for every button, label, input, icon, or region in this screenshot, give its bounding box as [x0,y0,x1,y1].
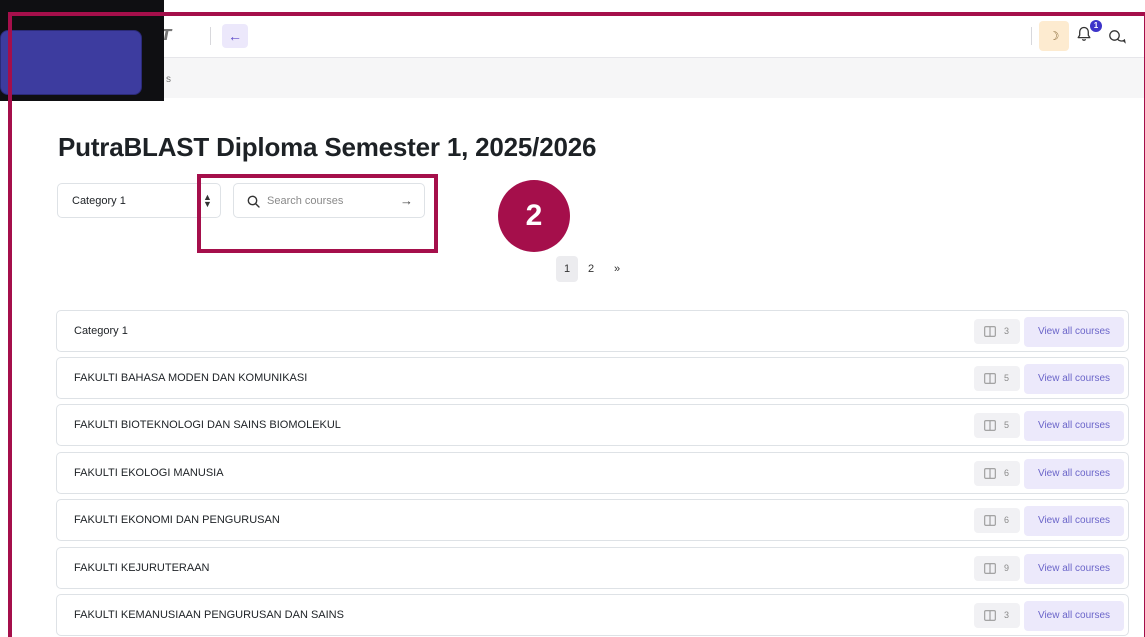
view-all-courses-button[interactable]: View all courses [1024,506,1124,536]
course-count-badge: 6 [974,461,1020,486]
select-updown-icon: ▲ ▼ [203,192,212,209]
theme-toggle-button[interactable]: ☽ [1039,21,1069,51]
category-name[interactable]: FAKULTI KEJURUTERAAN [74,562,210,574]
breadcrumb[interactable]: s [166,74,171,85]
bell-icon [1077,26,1091,41]
overlay-panel [0,0,164,101]
course-count: 3 [1004,326,1010,336]
step-number-marker: 2 [498,180,570,252]
navbar-divider [1031,27,1032,45]
category-name[interactable]: FAKULTI KEMANUSIAAN PENGURUSAN DAN SAINS [74,609,344,621]
category-row: FAKULTI EKOLOGI MANUSIA 6 View all cours… [56,452,1129,494]
book-icon [984,373,996,384]
pagination-page-2[interactable]: 2 [580,256,602,282]
chat-bubbles-icon [1109,30,1126,44]
category-name[interactable]: FAKULTI EKOLOGI MANUSIA [74,467,224,479]
overlay-button[interactable] [0,30,142,95]
category-name[interactable]: Category 1 [74,325,128,337]
search-icon [247,195,260,208]
notification-count-badge: 1 [1090,20,1102,32]
category-name[interactable]: FAKULTI EKONOMI DAN PENGURUSAN [74,514,280,526]
breadcrumb-bar [0,58,1145,98]
course-count: 3 [1004,610,1010,620]
category-select-value: Category 1 [72,195,126,207]
course-count: 6 [1004,515,1010,525]
messages-button[interactable] [1108,29,1126,47]
category-row: FAKULTI EKONOMI DAN PENGURUSAN 6 View al… [56,499,1129,541]
course-count-badge: 3 [974,319,1020,344]
arrow-left-icon: ← [228,28,242,44]
category-row: FAKULTI KEMANUSIAAN PENGURUSAN DAN SAINS… [56,594,1129,636]
view-all-courses-button[interactable]: View all courses [1024,364,1124,394]
navbar-divider [210,27,211,45]
category-row: FAKULTI BIOTEKNOLOGI DAN SAINS BIOMOLEKU… [56,404,1129,446]
notifications-button[interactable]: 1 [1077,20,1102,48]
pagination-next-button[interactable]: » [606,256,628,282]
moon-icon: ☽ [1048,29,1060,43]
category-name[interactable]: FAKULTI BIOTEKNOLOGI DAN SAINS BIOMOLEKU… [74,419,341,431]
view-all-courses-button[interactable]: View all courses [1024,459,1124,489]
course-count-badge: 3 [974,603,1020,628]
book-icon [984,563,996,574]
pagination-page-1[interactable]: 1 [556,256,578,282]
course-count: 6 [1004,468,1010,478]
view-all-courses-button[interactable]: View all courses [1024,411,1124,441]
course-count: 5 [1004,373,1010,383]
book-icon [984,515,996,526]
category-select[interactable]: Category 1 ▲ ▼ [57,183,221,218]
collapse-drawer-button[interactable]: ← [222,24,248,48]
course-count-badge: 6 [974,508,1020,533]
view-all-courses-button[interactable]: View all courses [1024,601,1124,631]
book-icon [984,610,996,621]
course-count-badge: 5 [974,413,1020,438]
book-icon [984,468,996,479]
book-icon [984,326,996,337]
book-icon [984,420,996,431]
course-search[interactable]: → [233,183,425,218]
course-count-badge: 5 [974,366,1020,391]
course-count-badge: 9 [974,556,1020,581]
view-all-courses-button[interactable]: View all courses [1024,317,1124,347]
course-count: 5 [1004,420,1010,430]
top-navbar: ST ← ☽ 1 [0,0,1145,58]
search-submit-arrow-icon[interactable]: → [400,193,413,208]
search-input[interactable] [267,190,387,212]
page-title: PutraBLAST Diploma Semester 1, 2025/2026 [58,132,597,162]
category-row: FAKULTI BAHASA MODEN DAN KOMUNIKASI 5 Vi… [56,357,1129,399]
view-all-courses-button[interactable]: View all courses [1024,554,1124,584]
category-name[interactable]: FAKULTI BAHASA MODEN DAN KOMUNIKASI [74,372,307,384]
category-row: Category 1 3 View all courses [56,310,1129,352]
category-row: FAKULTI KEJURUTERAAN 9 View all courses [56,547,1129,589]
course-count: 9 [1004,563,1010,573]
